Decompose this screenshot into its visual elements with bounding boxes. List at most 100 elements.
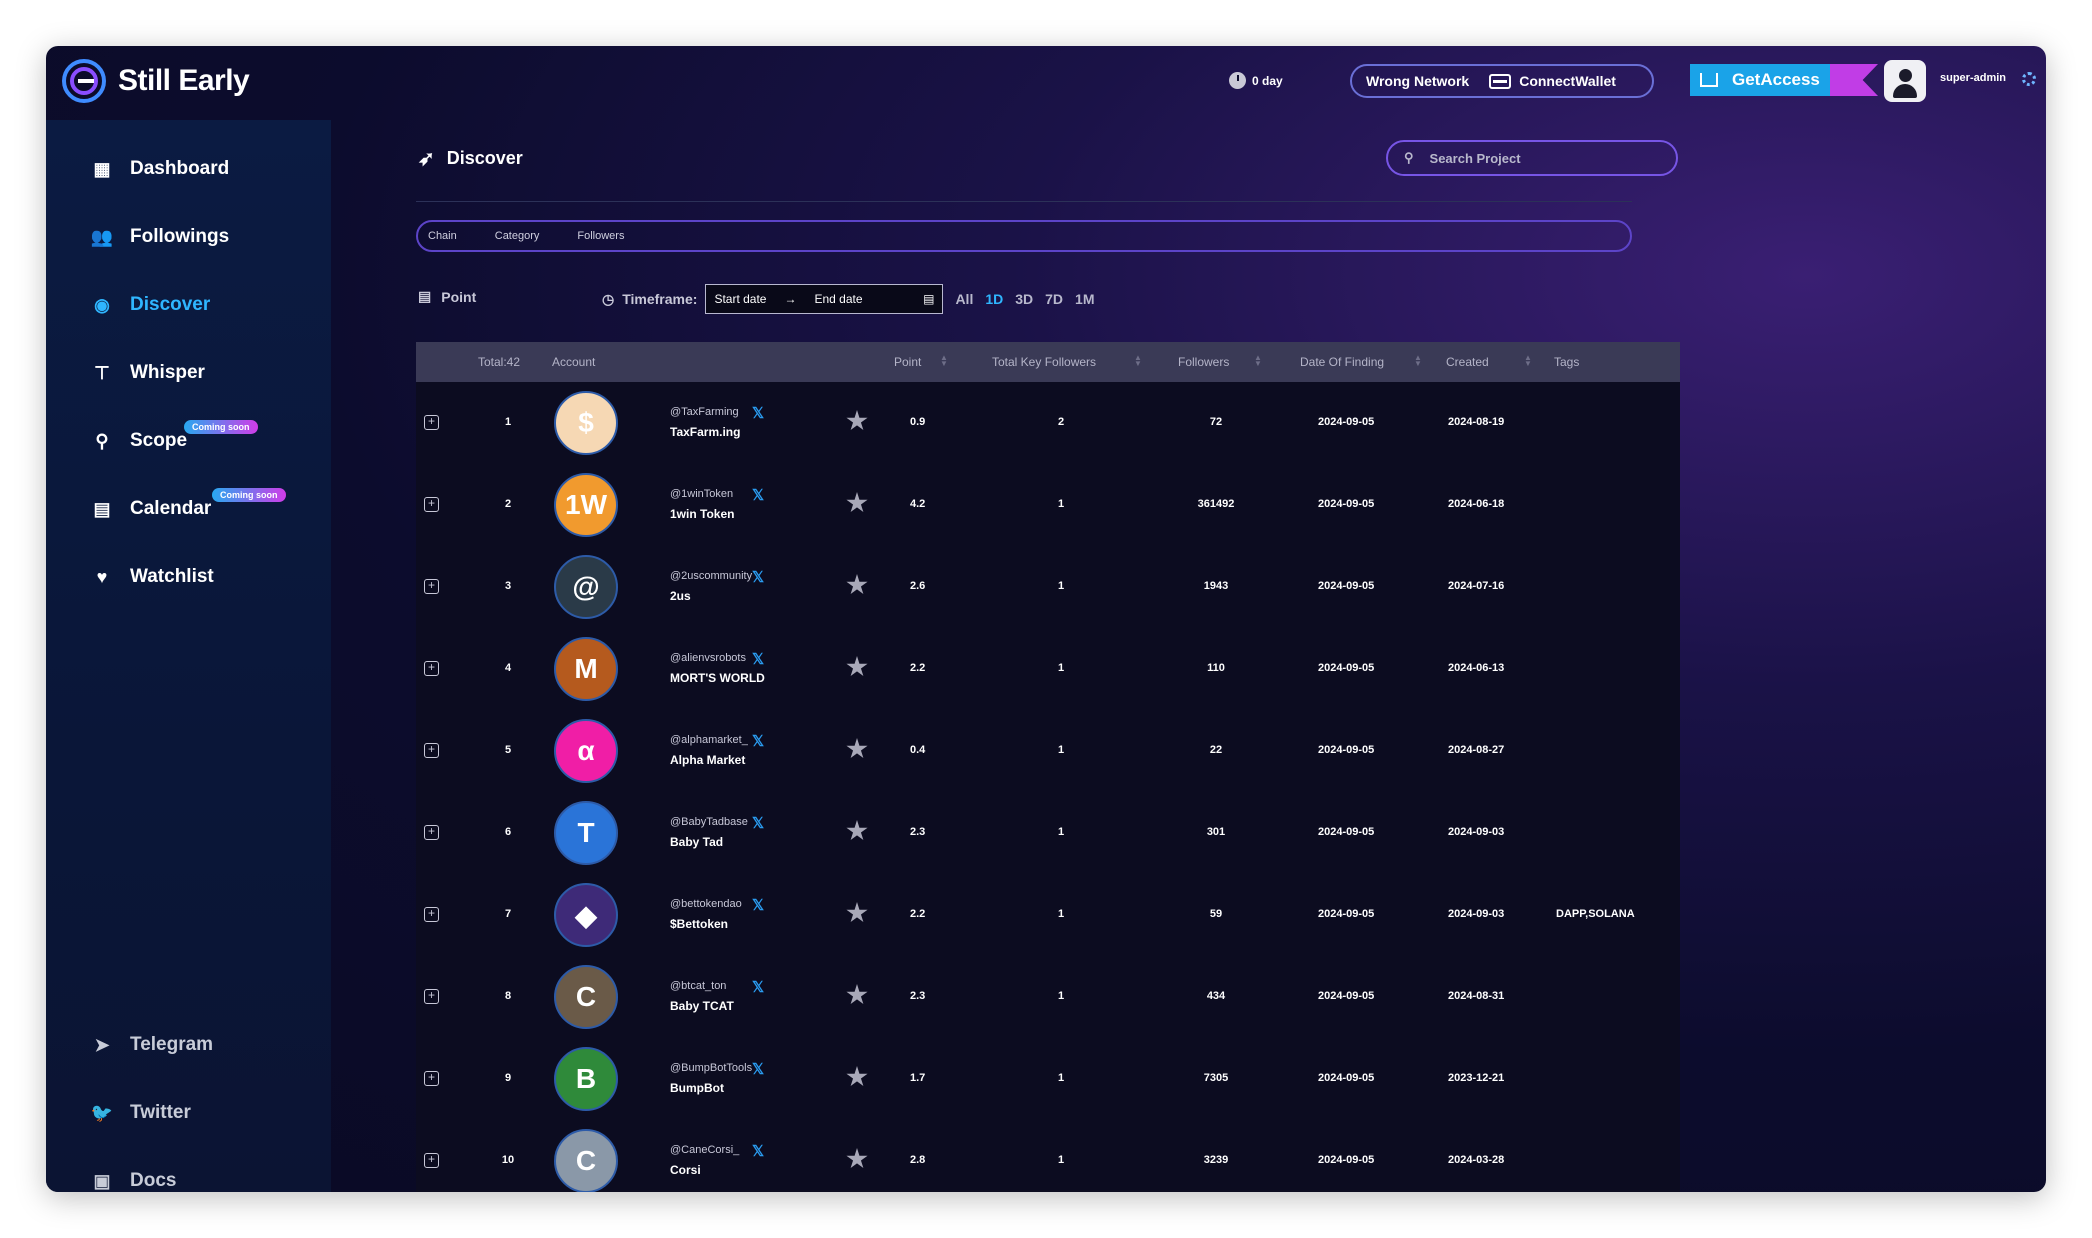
x-twitter-icon[interactable]: 𝕏 — [752, 814, 764, 832]
table-row[interactable]: +9 B @BumpBotTools 𝕏 BumpBot 1.7 1 7305 2024-09-… — [416, 1038, 1680, 1120]
expand-row-icon[interactable]: + — [424, 661, 439, 676]
project-logo[interactable]: 1W — [554, 473, 618, 537]
date-range-input[interactable]: Start date → End date ▤ — [705, 284, 944, 314]
table-row[interactable]: +4 M @alienvsrobots 𝕏 MORT'S WORLD 2.2 1 110 202… — [416, 628, 1680, 710]
project-logo[interactable]: α — [554, 719, 618, 783]
project-handle[interactable]: @BumpBotTools — [670, 1062, 752, 1074]
wallet-pill[interactable]: Wrong Network ConnectWallet — [1350, 64, 1654, 98]
sidebar-item-discover[interactable]: ◉ Discover — [92, 294, 210, 316]
project-logo[interactable]: $ — [554, 391, 618, 455]
header-point[interactable]: Point — [894, 355, 921, 369]
project-logo[interactable]: M — [554, 637, 618, 701]
sidebar-link-telegram[interactable]: ➤ Telegram — [92, 1034, 213, 1056]
timeframe-7d[interactable]: 7D — [1045, 291, 1063, 307]
network-status[interactable]: Wrong Network — [1366, 73, 1469, 89]
sidebar-item-followings[interactable]: 👥 Followings — [91, 226, 229, 248]
table-row[interactable]: +8 C @btcat_ton 𝕏 Baby TCAT 2.3 1 434 2024-09-05… — [416, 956, 1680, 1038]
connect-wallet-button[interactable]: ConnectWallet — [1519, 73, 1616, 89]
expand-row-icon[interactable]: + — [424, 907, 439, 922]
sidebar-item-calendar[interactable]: ▤ Calendar — [92, 498, 211, 520]
project-name[interactable]: Alpha Market — [670, 753, 745, 767]
table-row[interactable]: +5 α @alphamarket_ 𝕏 Alpha Market 0.4 1 22 2024-… — [416, 710, 1680, 792]
star-icon[interactable] — [846, 902, 868, 923]
filter-chain[interactable]: Chain — [428, 230, 457, 242]
project-handle[interactable]: @btcat_ton — [670, 980, 726, 992]
project-handle[interactable]: @alienvsrobots — [670, 652, 746, 664]
x-twitter-icon[interactable]: 𝕏 — [752, 1142, 764, 1160]
x-twitter-icon[interactable]: 𝕏 — [752, 486, 764, 504]
sidebar-item-whisper[interactable]: ⊤ Whisper — [92, 362, 205, 384]
timeframe-all[interactable]: All — [955, 291, 973, 307]
expand-row-icon[interactable]: + — [424, 1071, 439, 1086]
header-total-key-followers[interactable]: Total Key Followers — [992, 355, 1096, 369]
timeframe-1m[interactable]: 1M — [1075, 291, 1094, 307]
project-logo[interactable]: @ — [554, 555, 618, 619]
project-handle[interactable]: @CaneCorsi_ — [670, 1144, 739, 1156]
table-row[interactable]: +7 ◆ @bettokendao 𝕏 $Bettoken 2.2 1 59 2024-09-0… — [416, 874, 1680, 956]
x-twitter-icon[interactable]: 𝕏 — [752, 978, 764, 996]
user-avatar[interactable] — [1884, 60, 1926, 102]
filter-category[interactable]: Category — [495, 230, 540, 242]
star-icon[interactable] — [846, 574, 868, 595]
project-logo[interactable]: T — [554, 801, 618, 865]
project-name[interactable]: Baby Tad — [670, 835, 723, 849]
brand-logo[interactable]: Still Early — [60, 56, 250, 106]
star-icon[interactable] — [846, 984, 868, 1005]
get-access-button[interactable]: GetAccess — [1690, 64, 1862, 96]
project-logo[interactable]: B — [554, 1047, 618, 1111]
sidebar-link-docs[interactable]: ▣ Docs — [92, 1170, 176, 1192]
project-name[interactable]: BumpBot — [670, 1081, 724, 1095]
project-handle[interactable]: @TaxFarming — [670, 406, 739, 418]
project-handle[interactable]: @2uscommunity — [670, 570, 752, 582]
star-icon[interactable] — [846, 492, 868, 513]
project-handle[interactable]: @1winToken — [670, 488, 733, 500]
sidebar-link-twitter[interactable]: 🐦 Twitter — [91, 1102, 191, 1124]
sort-icon[interactable]: ▲ ▼ — [1524, 354, 1532, 368]
header-followers[interactable]: Followers — [1178, 355, 1229, 369]
sidebar-item-dashboard[interactable]: ▦ Dashboard — [92, 158, 229, 180]
sidebar-item-watchlist[interactable]: ♥ Watchlist — [92, 566, 214, 588]
table-row[interactable]: +6 T @BabyTadbase 𝕏 Baby Tad 2.3 1 301 2024-09-0… — [416, 792, 1680, 874]
project-name[interactable]: Baby TCAT — [670, 999, 734, 1013]
expand-row-icon[interactable]: + — [424, 825, 439, 840]
gear-icon[interactable] — [2022, 72, 2036, 86]
star-icon[interactable] — [846, 656, 868, 677]
expand-row-icon[interactable]: + — [424, 989, 439, 1004]
expand-row-icon[interactable]: + — [424, 497, 439, 512]
table-row[interactable]: +2 1W @1winToken 𝕏 1win Token 4.2 1 361492 2024-… — [416, 464, 1680, 546]
star-icon[interactable] — [846, 1066, 868, 1087]
timeframe-1d[interactable]: 1D — [985, 291, 1003, 307]
table-row[interactable]: +3 @ @2uscommunity 𝕏 2us 2.6 1 1943 2024-09-05 20… — [416, 546, 1680, 628]
sort-icon[interactable]: ▲ ▼ — [1414, 354, 1422, 368]
star-icon[interactable] — [846, 738, 868, 759]
table-row[interactable]: +10 C @CaneCorsi_ 𝕏 Corsi 2.8 1 3239 2024-09-05 2… — [416, 1120, 1680, 1192]
user-name[interactable]: super-admin — [1940, 72, 2006, 84]
x-twitter-icon[interactable]: 𝕏 — [752, 404, 764, 422]
project-handle[interactable]: @bettokendao — [670, 898, 742, 910]
header-account[interactable]: Account — [552, 355, 595, 369]
x-twitter-icon[interactable]: 𝕏 — [752, 732, 764, 750]
search-input[interactable]: ⚲ Search Project — [1386, 140, 1678, 176]
x-twitter-icon[interactable]: 𝕏 — [752, 1060, 764, 1078]
timeframe-3d[interactable]: 3D — [1015, 291, 1033, 307]
sort-icon[interactable]: ▲ ▼ — [940, 354, 948, 368]
expand-row-icon[interactable]: + — [424, 579, 439, 594]
project-name[interactable]: MORT'S WORLD — [670, 671, 765, 685]
filter-followers[interactable]: Followers — [577, 230, 624, 242]
sort-icon[interactable]: ▲ ▼ — [1134, 354, 1142, 368]
project-handle[interactable]: @alphamarket_ — [670, 734, 748, 746]
project-logo[interactable]: C — [554, 1129, 618, 1192]
x-twitter-icon[interactable]: 𝕏 — [752, 650, 764, 668]
project-logo[interactable]: ◆ — [554, 883, 618, 947]
sidebar-item-scope[interactable]: ⚲ Scope — [92, 430, 187, 452]
expand-row-icon[interactable]: + — [424, 415, 439, 430]
header-date-of-finding[interactable]: Date Of Finding — [1300, 355, 1384, 369]
x-twitter-icon[interactable]: 𝕏 — [752, 568, 764, 586]
project-name[interactable]: TaxFarm.ing — [670, 425, 740, 439]
star-icon[interactable] — [846, 820, 868, 841]
project-name[interactable]: 2us — [670, 589, 691, 603]
table-row[interactable]: +1 $ @TaxFarming 𝕏 TaxFarm.ing 0.9 2 72 2024-09-… — [416, 382, 1680, 464]
sort-icon[interactable]: ▲ ▼ — [1254, 354, 1262, 368]
project-name[interactable]: 1win Token — [670, 507, 734, 521]
expand-row-icon[interactable]: + — [424, 743, 439, 758]
